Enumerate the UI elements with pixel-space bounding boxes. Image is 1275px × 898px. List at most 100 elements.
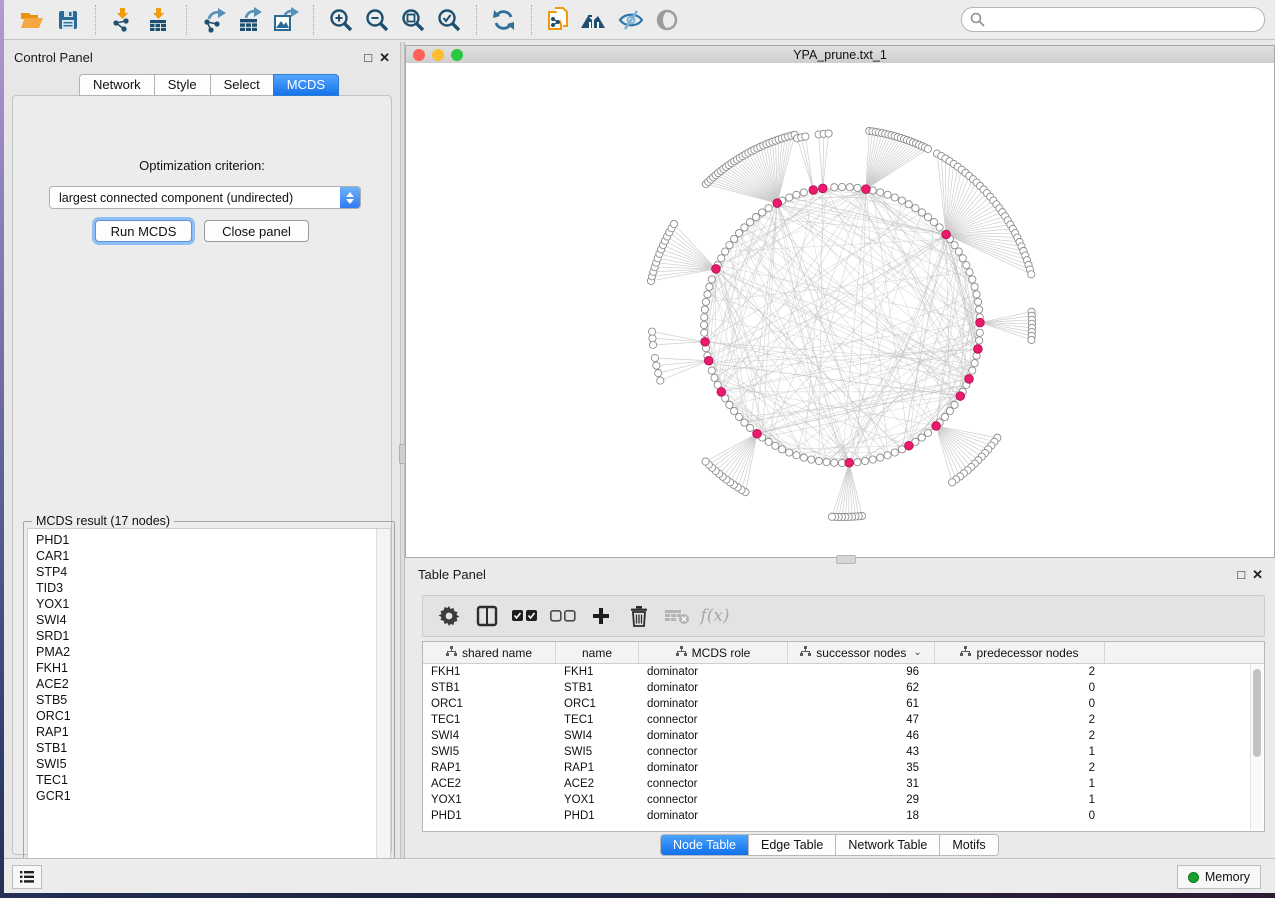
task-history-button[interactable] [12,865,42,889]
column-header-predecessor-nodes[interactable]: predecessor nodes [935,642,1105,663]
table-row[interactable]: FKH1FKH1dominator962 [423,664,1264,680]
table-tabs: Node TableEdge TableNetwork TableMotifs [660,834,999,856]
zoom-out-icon[interactable] [362,6,392,34]
refresh-layout-icon[interactable] [489,6,519,34]
delete-column-icon[interactable] [625,602,653,630]
memory-button[interactable]: Memory [1177,865,1261,889]
table-row[interactable]: YOX1YOX1connector291 [423,792,1264,808]
task-list-icon [19,870,35,884]
import-table-icon[interactable] [144,6,174,34]
mcds-result-item[interactable]: TEC1 [28,772,376,788]
float-panel-icon[interactable]: □ [1237,567,1245,583]
mcds-result-item[interactable]: RAP1 [28,724,376,740]
first-neighbors-icon[interactable] [580,6,610,34]
criterion-value: largest connected component (undirected) [50,191,340,205]
toolbar-separator [476,5,477,35]
tab-edge-table[interactable]: Edge Table [749,835,836,855]
table-row[interactable]: ORC1ORC1dominator610 [423,696,1264,712]
mcds-result-item[interactable]: PMA2 [28,644,376,660]
memory-label: Memory [1205,870,1250,884]
control-panel-title: Control Panel [14,50,93,65]
mcds-result-item[interactable]: SRD1 [28,628,376,644]
tab-node-table[interactable]: Node Table [661,835,749,855]
hide-selected-icon[interactable] [616,6,646,34]
node-table[interactable]: shared namenameMCDS rolesuccessor nodes⌄… [422,641,1265,832]
toolbar-separator [313,5,314,35]
divider-handle-horizontal[interactable] [836,555,856,564]
table-row[interactable]: ACE2ACE2connector311 [423,776,1264,792]
column-header-shared-name[interactable]: shared name [423,642,556,663]
status-bar: Memory [4,858,1275,893]
table-row[interactable]: TEC1TEC1connector472 [423,712,1264,728]
mcds-result-item[interactable]: YOX1 [28,596,376,612]
mcds-result-title: MCDS result (17 nodes) [32,514,174,528]
mcds-result-item[interactable]: STB1 [28,740,376,756]
mcds-result-item[interactable]: FKH1 [28,660,376,676]
table-row[interactable]: STB1STB1dominator620 [423,680,1264,696]
save-session-icon[interactable] [53,6,83,34]
shared-column-icon [676,646,687,660]
mcds-result-item[interactable]: SWI4 [28,612,376,628]
open-file-icon[interactable] [17,6,47,34]
search-box[interactable] [961,7,1265,32]
mcds-result-item[interactable]: STB5 [28,692,376,708]
select-all-icon[interactable] [511,602,539,630]
table-row[interactable]: SWI5SWI5connector431 [423,744,1264,760]
deselect-all-icon[interactable] [549,602,577,630]
criterion-select[interactable]: largest connected component (undirected) [49,186,361,209]
import-network-icon[interactable] [108,6,138,34]
shared-column-icon [446,646,457,660]
mcds-result-item[interactable]: TID3 [28,580,376,596]
table-row[interactable]: RAP1RAP1dominator352 [423,760,1264,776]
table-panel-title: Table Panel [418,567,486,582]
column-header-successor-nodes[interactable]: successor nodes⌄ [788,642,935,663]
show-all-icon[interactable] [652,6,682,34]
mcds-result-item[interactable]: CAR1 [28,548,376,564]
close-panel-icon[interactable]: ✕ [379,50,390,66]
network-title: YPA_prune.txt_1 [406,48,1274,62]
network-titlebar[interactable]: YPA_prune.txt_1 [406,46,1274,64]
mcds-result-item[interactable]: STP4 [28,564,376,580]
mcds-result-item[interactable]: GCR1 [28,788,376,804]
mcds-result-item[interactable]: ORC1 [28,708,376,724]
close-panel-icon[interactable]: ✕ [1252,567,1263,583]
memory-status-icon [1188,872,1199,883]
search-input[interactable] [990,12,1256,28]
mcds-result-item[interactable]: SWI5 [28,756,376,772]
export-network-icon[interactable] [199,6,229,34]
table-options-gear-icon[interactable] [435,602,463,630]
column-header-MCDS-role[interactable]: MCDS role [639,642,788,663]
clone-network-icon[interactable] [544,6,574,34]
column-layout-icon[interactable] [473,602,501,630]
float-panel-icon[interactable]: □ [364,50,372,66]
table-scrollbar[interactable] [1250,664,1263,830]
add-column-icon[interactable] [587,602,615,630]
table-scrollbar-thumb[interactable] [1253,669,1261,757]
sort-indicator-icon: ⌄ [913,647,921,658]
table-row[interactable]: SWI4SWI4dominator462 [423,728,1264,744]
export-image-icon[interactable] [271,6,301,34]
search-icon [970,12,985,27]
tab-style[interactable]: Style [154,74,210,96]
zoom-in-icon[interactable] [326,6,356,34]
table-header-row: shared namenameMCDS rolesuccessor nodes⌄… [423,642,1264,664]
tab-network-table[interactable]: Network Table [836,835,940,855]
mcds-result-item[interactable]: ACE2 [28,676,376,692]
column-header-name[interactable]: name [556,642,639,663]
run-mcds-button[interactable]: Run MCDS [95,220,192,242]
app-window: Control Panel □ ✕ NetworkStyleSelectMCDS… [4,0,1275,892]
network-graph[interactable] [406,63,1274,557]
table-toolbar: f(x) [422,595,1265,637]
mcds-result-item[interactable]: PHD1 [28,532,376,548]
network-canvas[interactable] [406,63,1274,557]
tab-network[interactable]: Network [79,74,154,96]
tab-motifs[interactable]: Motifs [940,835,997,855]
table-row[interactable]: PHD1PHD1dominator180 [423,808,1264,824]
export-table-icon[interactable] [235,6,265,34]
zoom-selected-icon[interactable] [434,6,464,34]
tab-mcds[interactable]: MCDS [273,74,339,96]
mcds-list-scrollbar[interactable] [376,529,390,887]
close-panel-button[interactable]: Close panel [204,220,309,242]
zoom-fit-icon[interactable] [398,6,428,34]
tab-select[interactable]: Select [210,74,273,96]
